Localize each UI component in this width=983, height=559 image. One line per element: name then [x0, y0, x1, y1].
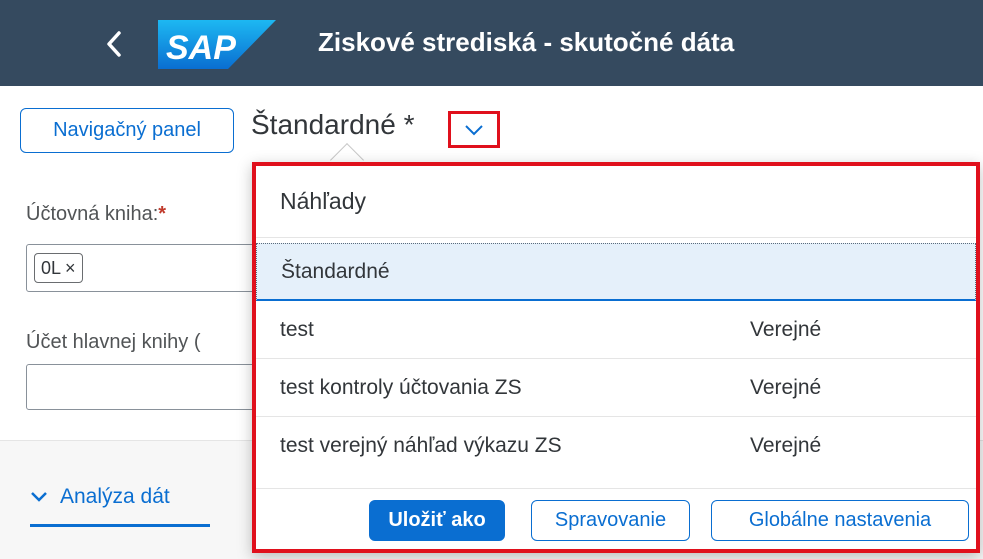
variant-name: Štandardné [281, 259, 390, 283]
back-button[interactable] [94, 24, 134, 64]
token-text: 0L [41, 257, 62, 278]
variant-visibility: Verejné [750, 317, 822, 341]
navigation-panel-button[interactable]: Navigačný panel [20, 108, 234, 153]
popover-footer: Uložiť ako Spravovanie Globálne nastaven… [256, 488, 976, 549]
token-remove-icon[interactable]: × [65, 258, 76, 279]
ledger-input[interactable]: 0L × [26, 244, 266, 292]
global-settings-button[interactable]: Globálne nastavenia [711, 500, 969, 541]
required-marker: * [158, 203, 167, 225]
gl-account-input[interactable] [26, 364, 266, 410]
tab-label: Analýza dát [60, 485, 170, 508]
variant-item-test[interactable]: test Verejné [256, 301, 976, 359]
tab-underline [30, 524, 210, 527]
variant-toggle-button[interactable] [448, 111, 500, 148]
variant-item-test-verejny[interactable]: test verejný náhľad výkazu ZS Verejné [256, 417, 976, 475]
save-as-button[interactable]: Uložiť ako [369, 500, 505, 541]
variant-title[interactable]: Štandardné * [251, 109, 414, 141]
variant-name: test [280, 317, 314, 341]
variant-name: test kontroly účtovania ZS [280, 375, 522, 399]
variant-item-test-kontroly[interactable]: test kontroly účtovania ZS Verejné [256, 359, 976, 417]
ledger-token: 0L × [34, 253, 83, 283]
variant-visibility: Verejné [750, 375, 822, 399]
tab-data-analysis[interactable]: Analýza dát [30, 485, 170, 509]
ledger-label: Účtovná kniha:* [26, 203, 167, 225]
chevron-down-icon [465, 124, 483, 135]
chevron-down-icon [31, 492, 47, 502]
app-title: Ziskové strediská - skutočné dáta [318, 27, 735, 57]
popover-title: Náhľady [256, 166, 976, 238]
variant-name: test verejný náhľad výkazu ZS [280, 434, 562, 457]
svg-text:SAP: SAP [166, 29, 236, 67]
shell-header: SAP Ziskové strediská - skutočné dáta [0, 0, 983, 86]
sap-logo: SAP [158, 20, 276, 69]
variant-management-popover: Náhľady Štandardné test Verejné test kon… [252, 162, 980, 553]
chevron-left-icon [107, 31, 121, 57]
variant-item-standard[interactable]: Štandardné [256, 243, 976, 301]
manage-button[interactable]: Spravovanie [531, 500, 690, 541]
gl-account-label: Účet hlavnej knihy ( [26, 331, 201, 353]
variant-visibility: Verejné [750, 434, 822, 457]
